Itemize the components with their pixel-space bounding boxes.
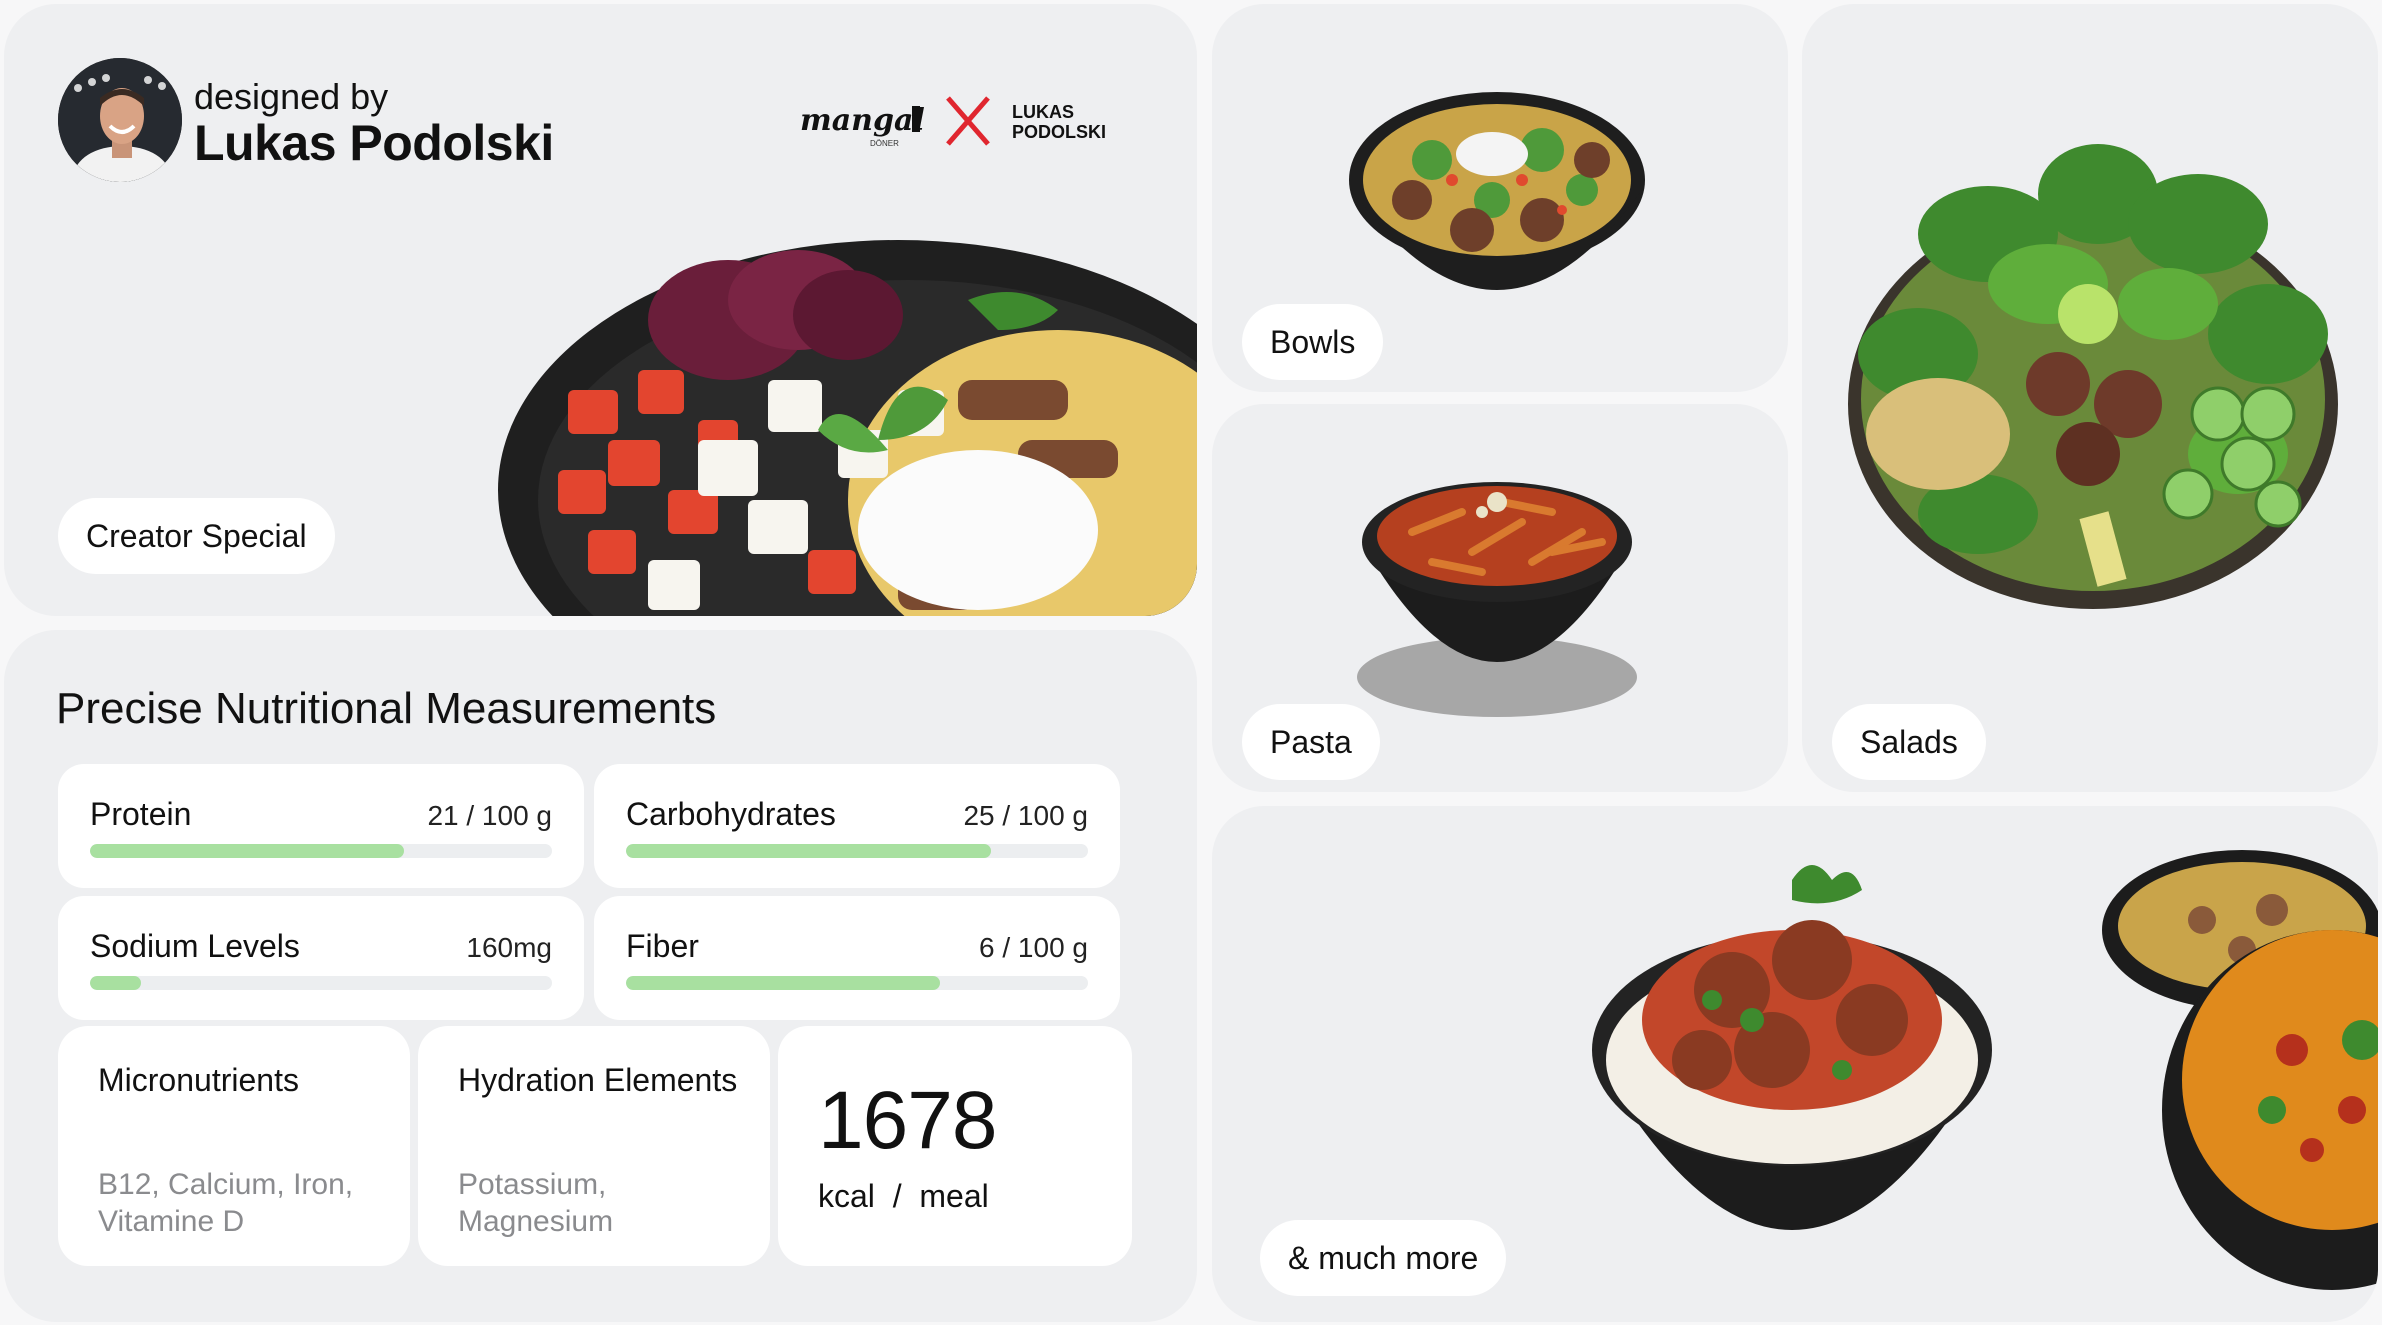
hydration-title: Hydration Elements (458, 1062, 738, 1098)
bowls-image (1349, 92, 1645, 290)
micronutrients-card: Micronutrients B12, Calcium, Iron, Vitam… (58, 1026, 410, 1266)
designed-by-label: designed by (194, 76, 389, 117)
svg-text:LUKAS: LUKAS (1012, 102, 1074, 122)
salads-image (1848, 144, 2338, 609)
pasta-image (1357, 482, 1637, 717)
progress-fill (90, 844, 405, 858)
category-more-card[interactable]: & much more (1212, 806, 2378, 1322)
micronutrients-title: Micronutrients (98, 1062, 299, 1098)
creator-bowl-image (498, 240, 1197, 616)
hydration-desc: Potassium, Magnesium (458, 1168, 614, 1238)
metric-value: 21 / 100 g (427, 800, 552, 831)
category-more-label[interactable]: & much more (1260, 1220, 1507, 1296)
metric-sodium: Sodium Levels 160mg (58, 896, 584, 1020)
hydration-card: Hydration Elements Potassium, Magnesium (418, 1026, 770, 1266)
svg-text:mangal: mangal (800, 103, 925, 138)
creator-special-tag[interactable]: Creator Special (58, 498, 335, 574)
svg-text:PODOLSKI: PODOLSKI (1012, 122, 1106, 142)
category-bowls-card[interactable]: Bowls (1212, 4, 1788, 392)
designer-name: Lukas Podolski (194, 115, 554, 171)
metric-name: Carbohydrates (626, 796, 836, 832)
metric-value: 160mg (466, 932, 552, 963)
more-dishes-image (1592, 850, 2378, 1290)
metric-value: 25 / 100 g (963, 800, 1088, 831)
nutrition-card: Precise Nutritional Measurements Protein… (4, 630, 1197, 1322)
progress-fill (626, 976, 941, 990)
category-bowls-label[interactable]: Bowls (1242, 304, 1384, 380)
metric-name: Sodium Levels (90, 928, 300, 964)
energy-card: 1678 kcal / meal (778, 1026, 1132, 1266)
micronutrients-desc: B12, Calcium, Iron, Vitamine D (98, 1168, 354, 1238)
metric-carbohydrates: Carbohydrates 25 / 100 g (594, 764, 1120, 888)
category-salads-card[interactable]: Salads (1802, 4, 2378, 792)
svg-text:DÖNER: DÖNER (870, 139, 899, 148)
nutrition-title: Precise Nutritional Measurements (56, 684, 717, 733)
metric-fiber: Fiber 6 / 100 g (594, 896, 1120, 1020)
progress-track (90, 976, 552, 990)
metric-name: Protein (90, 796, 192, 832)
metric-name: Fiber (626, 928, 699, 964)
progress-fill (626, 844, 991, 858)
progress-track (626, 976, 1088, 990)
progress-track (626, 844, 1088, 858)
category-pasta-label[interactable]: Pasta (1242, 704, 1380, 780)
creator-special-card[interactable]: designed by Lukas Podolski mangal DÖNER … (4, 4, 1197, 616)
progress-fill (90, 976, 141, 990)
metric-protein: Protein 21 / 100 g (58, 764, 584, 888)
metric-value: 6 / 100 g (979, 932, 1088, 963)
category-salads-label[interactable]: Salads (1832, 704, 1986, 780)
brand-collab-logo: mangal DÖNER LUKAS PODOLSKI (800, 92, 1140, 152)
creator-avatar (58, 58, 182, 182)
category-pasta-card[interactable]: Pasta (1212, 404, 1788, 792)
progress-track (90, 844, 552, 858)
energy-value: 1678 (818, 1075, 997, 1166)
energy-unit: kcal / meal (818, 1178, 989, 1214)
